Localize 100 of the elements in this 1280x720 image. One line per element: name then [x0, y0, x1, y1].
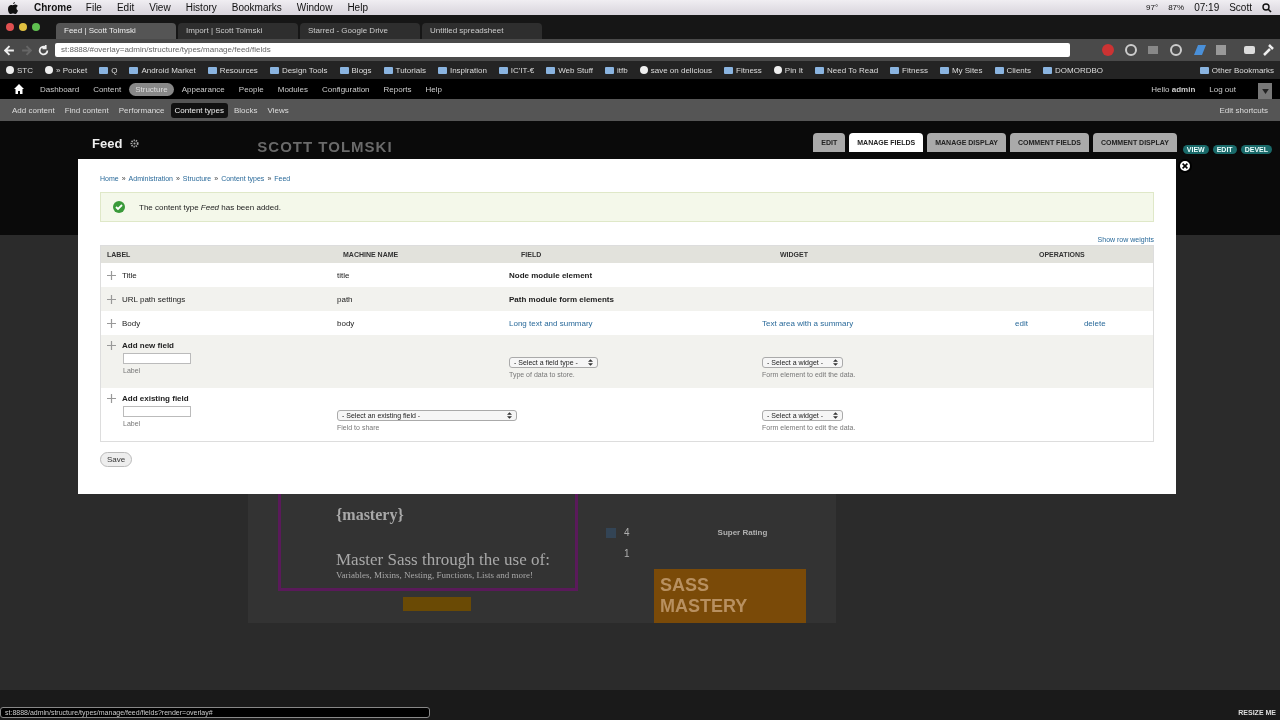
- bookmark[interactable]: Clients: [994, 65, 1031, 75]
- back-icon[interactable]: [4, 44, 15, 56]
- battery-reading: 87%: [1168, 3, 1185, 12]
- bookmark[interactable]: IC'IT-€: [498, 65, 535, 75]
- updown-arrows-icon: [587, 359, 593, 366]
- field-type-link[interactable]: Long text and summary: [503, 318, 756, 328]
- minimize-dot-icon[interactable]: [19, 23, 27, 31]
- machine-name: path: [336, 294, 354, 304]
- label-input-field[interactable]: [123, 406, 191, 417]
- edit-shortcuts-link[interactable]: Edit shortcuts: [1215, 102, 1272, 118]
- menu-item[interactable]: History: [185, 2, 217, 13]
- promo-banner: SASS MASTERY: [654, 569, 806, 623]
- browser-tab[interactable]: Untitled spreadsheet: [422, 23, 542, 39]
- drag-handle-icon[interactable]: [107, 270, 116, 280]
- logout-link[interactable]: Log out: [1203, 82, 1242, 96]
- count-label: 4: [624, 527, 630, 538]
- field-label: Title: [122, 270, 137, 280]
- bookmark[interactable]: Fitness: [724, 65, 762, 75]
- updown-arrows-icon: [833, 412, 839, 419]
- drag-handle-icon[interactable]: [107, 394, 116, 403]
- rating-label: Super Rating: [717, 528, 768, 537]
- delete-link[interactable]: delete: [1083, 318, 1106, 328]
- bookmark[interactable]: Pin It: [773, 65, 804, 75]
- save-button[interactable]: Save: [100, 452, 133, 467]
- shortcut-link[interactable]: Performance: [114, 102, 169, 118]
- shortcut-link[interactable]: Views: [263, 102, 293, 118]
- toolbar-link[interactable]: Configuration: [315, 82, 376, 96]
- search-icon[interactable]: [1262, 2, 1272, 13]
- menu-item[interactable]: Window: [296, 2, 333, 13]
- site-logo: SCOTT TOLMSKI: [257, 139, 393, 154]
- count-label: 1: [624, 548, 630, 559]
- bookmark[interactable]: DOMORDBO: [1043, 65, 1103, 75]
- promo-heading: {mastery}: [336, 506, 405, 524]
- drag-handle-icon[interactable]: [107, 341, 116, 350]
- edit-link[interactable]: edit: [1015, 318, 1028, 328]
- browser-tab[interactable]: Feed | Scott Tolmski: [56, 23, 176, 39]
- check-icon: [113, 201, 125, 213]
- promo-subheading: Master Sass through the use of:: [336, 550, 551, 570]
- greeting: Hello admin: [1150, 83, 1197, 96]
- bookmark[interactable]: Android Market: [129, 65, 196, 75]
- menu-item[interactable]: Help: [347, 2, 368, 13]
- page-title: Feed: [92, 136, 123, 151]
- updown-arrows-icon: [507, 412, 512, 419]
- gear-icon[interactable]: [130, 139, 140, 148]
- toolbar-link[interactable]: Reports: [377, 82, 418, 96]
- shortcut-link[interactable]: Content types: [170, 102, 228, 118]
- bookmark[interactable]: My Sites: [939, 65, 983, 75]
- shortcuts-toggle-icon[interactable]: [1258, 83, 1272, 99]
- add-field-title: Add existing field: [122, 394, 189, 403]
- shortcut-link[interactable]: Add content: [8, 102, 59, 118]
- reload-icon[interactable]: [38, 44, 49, 56]
- shortcut-link[interactable]: Find content: [60, 102, 113, 118]
- address-bar[interactable]: st:8888/#overlay=admin/structure/types/manage/feed/fields: [55, 43, 1070, 57]
- temperature-reading: 97°: [1146, 3, 1159, 12]
- user-name[interactable]: Scott: [1229, 2, 1252, 13]
- shortcut-link[interactable]: Blocks: [229, 102, 262, 118]
- toolbar-link[interactable]: People: [232, 82, 270, 96]
- close-dot-icon[interactable]: [6, 23, 14, 31]
- bookmark[interactable]: Q: [99, 65, 118, 75]
- field-label: URL path settings: [122, 294, 186, 304]
- menu-item[interactable]: View: [149, 2, 171, 13]
- bookmark[interactable]: » Pocket: [45, 65, 88, 75]
- drag-handle-icon[interactable]: [107, 294, 116, 304]
- other-bookmarks[interactable]: Other Bookmarks: [1199, 65, 1274, 75]
- browser-tab[interactable]: Import | Scott Tolmski: [178, 23, 298, 39]
- toolbar-link[interactable]: Appearance: [175, 82, 231, 96]
- machine-name: body: [336, 318, 356, 328]
- bookmark[interactable]: Tutorials: [383, 65, 426, 75]
- bookmark[interactable]: itfb: [605, 65, 628, 75]
- bookmark[interactable]: Need To Read: [815, 65, 879, 75]
- toolbar-link[interactable]: Help: [419, 82, 449, 96]
- toolbar-link[interactable]: Content: [87, 82, 128, 96]
- bookmark[interactable]: Inspiration: [437, 65, 487, 75]
- apple-icon[interactable]: [8, 1, 18, 14]
- field-type: Path module form elements: [508, 294, 615, 304]
- zoom-dot-icon[interactable]: [32, 23, 40, 31]
- label-input-field[interactable]: [123, 353, 191, 364]
- bookmark[interactable]: STC: [6, 65, 33, 75]
- app-menu[interactable]: Chrome: [34, 2, 72, 13]
- clock: 07:19: [1194, 2, 1220, 13]
- home-icon[interactable]: [14, 84, 24, 94]
- bookmark[interactable]: Blogs: [339, 65, 372, 75]
- message-text: The content type Feed has been added.: [139, 202, 281, 212]
- bookmark[interactable]: Design Tools: [269, 65, 328, 75]
- field-type: Node module element: [508, 270, 594, 280]
- bookmark[interactable]: Web Stuff: [546, 65, 593, 75]
- widget-link[interactable]: Text area with a summary: [762, 318, 854, 328]
- menu-item[interactable]: Bookmarks: [231, 2, 282, 13]
- toolbar-link[interactable]: Modules: [271, 82, 314, 96]
- promo-tagline: Variables, Mixins, Nesting, Functions, Lists and more!: [336, 570, 534, 580]
- drag-handle-icon[interactable]: [107, 318, 116, 328]
- bookmark[interactable]: Resources: [207, 65, 258, 75]
- add-field-title: Add new field: [122, 341, 174, 350]
- bookmark[interactable]: save on delicious: [639, 65, 713, 75]
- menu-item[interactable]: File: [85, 2, 102, 13]
- menu-item[interactable]: Edit: [116, 2, 135, 13]
- browser-tab[interactable]: Starred - Google Drive: [300, 23, 420, 39]
- bookmark[interactable]: Fitness: [890, 65, 928, 75]
- toolbar-link[interactable]: Dashboard: [34, 82, 86, 96]
- updown-arrows-icon: [833, 359, 839, 366]
